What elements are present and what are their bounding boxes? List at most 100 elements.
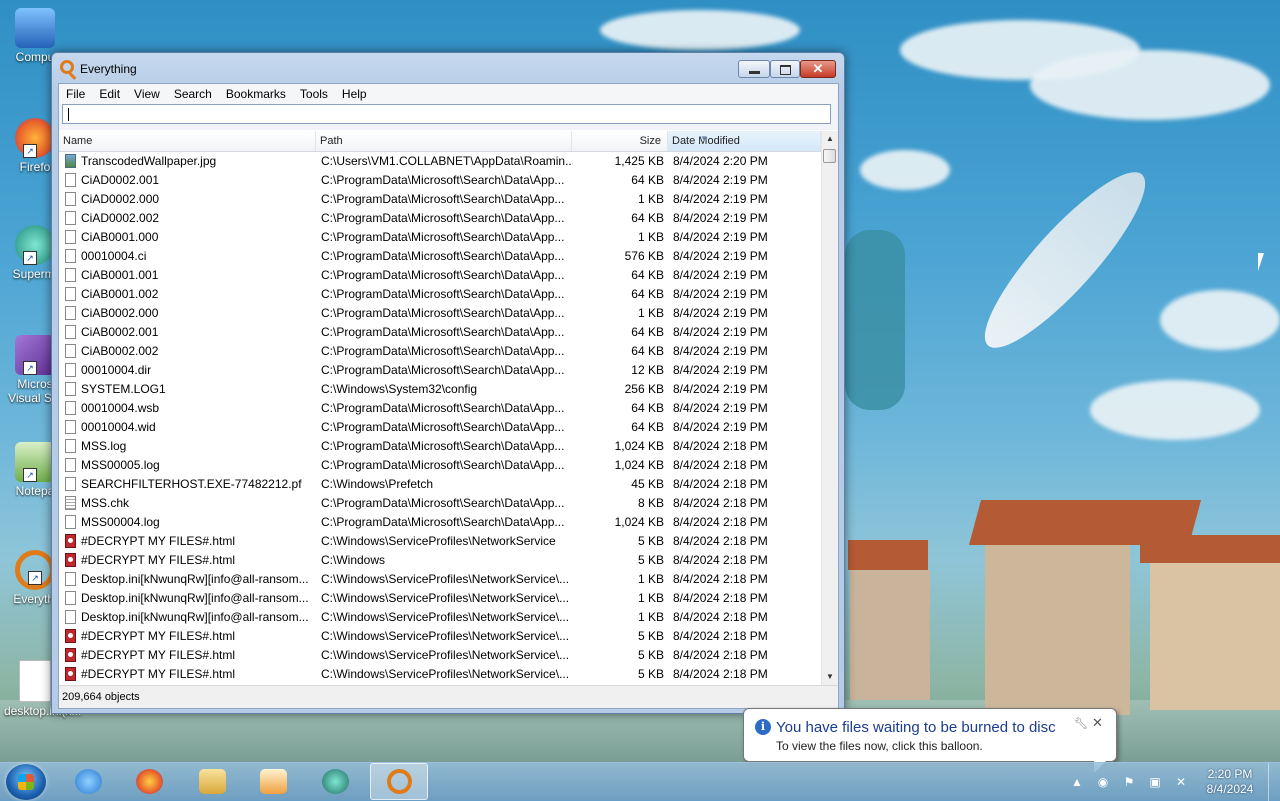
everything-icon (387, 769, 412, 794)
table-row[interactable]: Desktop.ini[kNwunqRw][info@all-ransom...… (59, 608, 821, 627)
column-header-size[interactable]: Size (572, 131, 668, 151)
table-row[interactable]: CiAB0002.000 C:\ProgramData\Microsoft\Sea… (59, 304, 821, 323)
wrench-icon[interactable]: 🔧︎ (1074, 717, 1088, 730)
html-file-icon (65, 553, 76, 567)
table-row[interactable]: CiAD0002.002 C:\ProgramData\Microsoft\Sea… (59, 209, 821, 228)
table-row[interactable]: MSS00004.log C:\ProgramData\Microsoft\Sea… (59, 513, 821, 532)
table-row[interactable]: MSS.chk C:\ProgramData\Microsoft\Search\D… (59, 494, 821, 513)
table-row[interactable]: CiAB0001.002 C:\ProgramData\Microsoft\Sea… (59, 285, 821, 304)
taskbar-supermium[interactable] (307, 763, 365, 800)
show-hidden-icons-icon[interactable]: ▲ (1070, 775, 1084, 789)
file-date: 8/4/2024 2:19 PM (673, 192, 768, 206)
shortcut-arrow-icon: ↗ (23, 251, 37, 265)
table-row[interactable]: 00010004.ci C:\ProgramData\Microsoft\Sear… (59, 247, 821, 266)
table-row[interactable]: #DECRYPT MY FILES#.html C:\Windows\Servic… (59, 665, 821, 684)
file-name: Desktop.ini[kNwunqRw][info@all-ransom... (81, 591, 309, 605)
file-date: 8/4/2024 2:18 PM (673, 648, 768, 662)
table-row[interactable]: TranscodedWallpaper.jpg C:\Users\VM1.COLL… (59, 152, 821, 171)
ie-icon (75, 769, 102, 794)
balloon-close-icon[interactable]: ✕ (1092, 715, 1103, 731)
volume-muted-icon[interactable]: ✕ (1174, 775, 1188, 789)
menu-tools[interactable]: Tools (293, 86, 335, 102)
table-row[interactable]: 00010004.wsb C:\ProgramData\Microsoft\Sea… (59, 399, 821, 418)
file-date: 8/4/2024 2:18 PM (673, 534, 768, 548)
table-row[interactable]: Desktop.ini[kNwunqRw][info@all-ransom...… (59, 570, 821, 589)
burn-disc-tray-icon[interactable]: ◉ (1096, 775, 1110, 789)
table-row[interactable]: CiAB0001.001 C:\ProgramData\Microsoft\Sea… (59, 266, 821, 285)
file-icon (65, 192, 76, 206)
file-name: CiAD0002.001 (81, 173, 160, 187)
file-icon (65, 591, 76, 605)
file-size: 1,425 KB (614, 154, 664, 168)
file-date: 8/4/2024 2:19 PM (673, 325, 768, 339)
html-file-icon (65, 629, 76, 643)
menu-bookmarks[interactable]: Bookmarks (219, 86, 293, 102)
maximize-button[interactable] (770, 60, 800, 78)
taskbar-media-player[interactable] (245, 763, 303, 800)
table-row[interactable]: CiAB0001.000 C:\ProgramData\Microsoft\Sea… (59, 228, 821, 247)
menu-file[interactable]: File (59, 86, 92, 102)
file-icon (65, 230, 76, 244)
table-row[interactable]: SYSTEM.LOG1 C:\Windows\System32\config 256… (59, 380, 821, 399)
file-icon (65, 306, 76, 320)
table-row[interactable]: CiAB0002.002 C:\ProgramData\Microsoft\Sea… (59, 342, 821, 361)
file-name: 00010004.ci (81, 249, 147, 263)
clock[interactable]: 2:20 PM 8/4/2024 (1200, 767, 1260, 797)
file-icon (65, 477, 76, 491)
file-size: 1 KB (637, 610, 664, 624)
table-row[interactable]: SEARCHFILTERHOST.EXE-77482212.pf C:\Windo… (59, 475, 821, 494)
mouse-cursor-icon (1258, 253, 1264, 271)
table-row[interactable]: MSS00005.log C:\ProgramData\Microsoft\Sea… (59, 456, 821, 475)
text-caret (68, 108, 69, 121)
file-size: 1,024 KB (614, 458, 664, 472)
menu-search[interactable]: Search (167, 86, 219, 102)
file-name: MSS00005.log (81, 458, 160, 472)
file-name: CiAB0001.001 (81, 268, 159, 282)
scroll-up-icon[interactable]: ▲ (822, 131, 838, 147)
table-row[interactable]: Desktop.ini[kNwunqRw][info@all-ransom...… (59, 589, 821, 608)
file-date: 8/4/2024 2:18 PM (673, 572, 768, 586)
table-row[interactable]: #DECRYPT MY FILES#.html C:\Windows\Servic… (59, 532, 821, 551)
taskbar-everything[interactable] (370, 763, 428, 800)
table-row[interactable]: CiAB0002.001 C:\ProgramData\Microsoft\Sea… (59, 323, 821, 342)
column-header-path[interactable]: Path (316, 131, 572, 151)
close-button[interactable]: ✕ (800, 60, 836, 78)
image-file-icon (65, 154, 76, 168)
scroll-down-icon[interactable]: ▼ (822, 669, 838, 685)
menu-help[interactable]: Help (335, 86, 374, 102)
table-row[interactable]: #DECRYPT MY FILES#.html C:\Windows 5 KB 8/4… (59, 551, 821, 570)
file-name: CiAD0002.000 (81, 192, 160, 206)
table-row[interactable]: MSS.log C:\ProgramData\Microsoft\Search\D… (59, 437, 821, 456)
table-row[interactable]: 00010004.wid C:\ProgramData\Microsoft\Sea… (59, 418, 821, 437)
taskbar-explorer[interactable] (184, 763, 242, 800)
column-header-date-modified[interactable]: ▼ Date Modified (668, 131, 821, 151)
column-header-name[interactable]: Name (59, 131, 316, 151)
network-icon[interactable]: ▣ (1148, 775, 1162, 789)
taskbar-firefox[interactable] (121, 763, 179, 800)
taskbar-ie[interactable] (60, 763, 118, 800)
title-bar[interactable]: Everything ✕ (52, 53, 844, 83)
scroll-thumb[interactable] (823, 149, 836, 163)
shortcut-arrow-icon: ↗ (23, 144, 37, 158)
action-center-flag-icon[interactable]: ⚑ (1122, 775, 1136, 789)
table-row[interactable]: CiAD0002.000 C:\ProgramData\Microsoft\Sea… (59, 190, 821, 209)
taskbar: ▲ ◉ ⚑ ▣ ✕ 2:20 PM 8/4/2024 (0, 762, 1280, 801)
file-icon (65, 211, 76, 225)
file-name: SEARCHFILTERHOST.EXE-77482212.pf (81, 477, 302, 491)
menu-view[interactable]: View (127, 86, 167, 102)
table-row[interactable]: #DECRYPT MY FILES#.html C:\Windows\Servic… (59, 627, 821, 646)
file-size: 256 KB (624, 382, 664, 396)
vertical-scrollbar[interactable]: ▲ ▼ (821, 131, 838, 685)
menu-edit[interactable]: Edit (92, 86, 127, 102)
minimize-button[interactable] (738, 60, 770, 78)
search-input[interactable] (62, 104, 831, 124)
table-row[interactable]: 00010004.dir C:\ProgramData\Microsoft\Sea… (59, 361, 821, 380)
start-button[interactable] (6, 764, 46, 800)
table-row[interactable]: CiAD0002.001 C:\ProgramData\Microsoft\Sea… (59, 171, 821, 190)
file-date: 8/4/2024 2:19 PM (673, 420, 768, 434)
sort-arrow-icon: ▼ (700, 134, 708, 143)
show-desktop-button[interactable] (1268, 763, 1280, 801)
file-date: 8/4/2024 2:19 PM (673, 249, 768, 263)
burn-disc-balloon[interactable]: i You have files waiting to be burned to… (743, 708, 1117, 773)
table-row[interactable]: #DECRYPT MY FILES#.html C:\Windows\Servic… (59, 646, 821, 665)
